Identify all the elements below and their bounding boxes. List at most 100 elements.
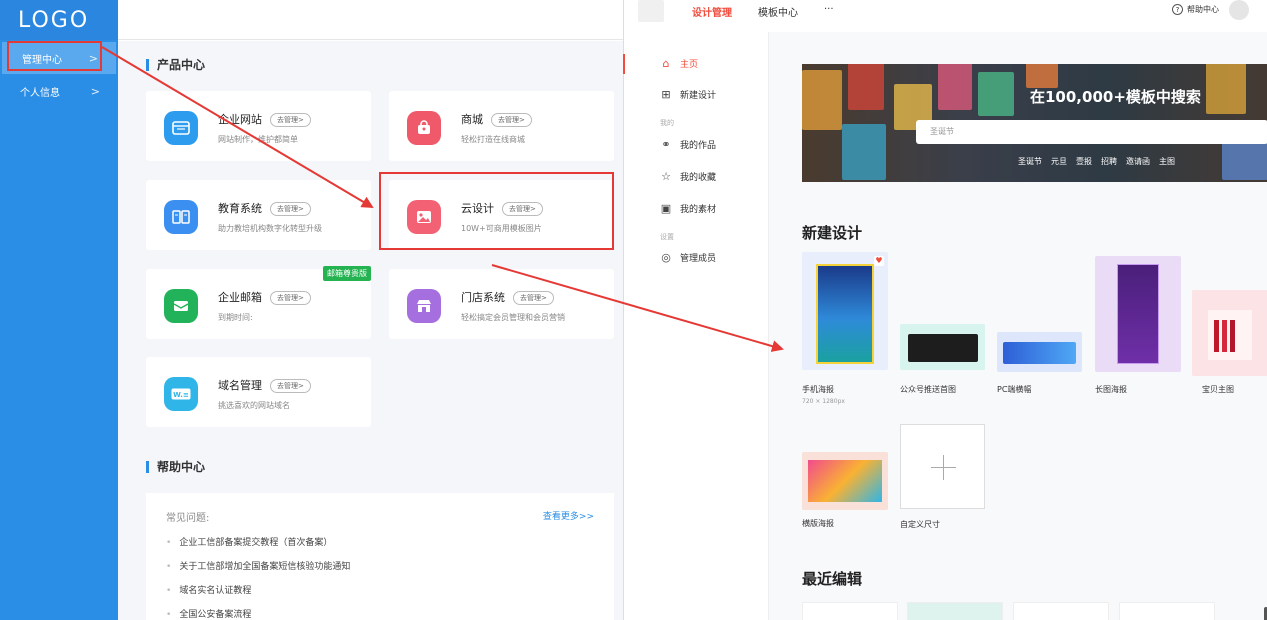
template-thumbnail xyxy=(802,452,888,510)
group-label-mine: 我的 xyxy=(660,119,674,127)
highlight-box-management xyxy=(7,41,102,71)
poster-art xyxy=(816,264,874,364)
tab-design-management[interactable]: 设计管理 xyxy=(692,4,732,19)
product-card-domain[interactable]: W.≡ 域名管理 去管理> 挑选喜欢的网站域名 xyxy=(146,357,371,427)
banner-tile xyxy=(848,64,884,110)
manage-button[interactable]: 去管理> xyxy=(270,113,311,127)
avatar[interactable] xyxy=(1229,0,1249,20)
vip-badge: 邮箱尊贵版 xyxy=(323,266,371,281)
product-subtitle: 轻松打造在线商城 xyxy=(461,135,525,144)
template-name: 宝贝主图 xyxy=(1202,385,1234,394)
product-card-mail[interactable]: 邮箱尊贵版 企业邮箱 去管理> 到期时间: xyxy=(146,266,371,339)
recent-design-card[interactable] xyxy=(1119,602,1215,620)
app-logo xyxy=(638,0,664,22)
template-thumbnail xyxy=(1192,290,1267,376)
product-card-store[interactable]: 门店系统 去管理> 轻松搞定会员管理和会员营销 xyxy=(389,269,614,339)
manage-button[interactable]: 去管理> xyxy=(270,379,311,393)
product-card-mall[interactable]: 商城 去管理> 轻松打造在线商城 xyxy=(389,91,614,161)
product-card-education[interactable]: 教育系统 去管理> 助力教培机构数字化转型升级 xyxy=(146,180,371,250)
template-search-input[interactable]: 圣诞节 xyxy=(916,120,1267,144)
new-file-icon: ⊞ xyxy=(661,88,671,101)
manage-button[interactable]: 去管理> xyxy=(491,113,532,127)
product-subtitle: 轻松搞定会员管理和会员营销 xyxy=(461,313,565,322)
manage-button[interactable]: 去管理> xyxy=(270,202,311,216)
lipstick-art xyxy=(1214,320,1219,352)
side-item-my-materials[interactable]: ▣ 我的素材 xyxy=(660,202,716,215)
product-title: 门店系统 xyxy=(461,291,505,304)
cover-art xyxy=(908,334,978,362)
side-item-my-favorites[interactable]: ☆ 我的收藏 xyxy=(660,170,716,183)
works-icon: ⚭ xyxy=(661,138,671,151)
banner-art xyxy=(1003,342,1076,364)
members-icon: ◎ xyxy=(661,251,671,264)
banner-tile xyxy=(978,72,1014,116)
highlight-box-cloud-design xyxy=(379,172,614,250)
product-center-title: 产品中心 xyxy=(146,59,205,71)
recent-edits-heading: 最近编辑 xyxy=(802,570,863,588)
faq-item[interactable]: 全国公安备案流程 xyxy=(166,607,350,620)
landscape-art xyxy=(808,460,882,502)
search-tag[interactable]: 圣诞节 xyxy=(1018,156,1042,167)
product-subtitle: 到期时间: xyxy=(218,313,253,322)
sidebar-item-personal-info[interactable]: 个人信息 > xyxy=(0,75,118,107)
design-app-sidebar: ⌂ 主页 ⊞ 新建设计 我的 ⚭ 我的作品 ☆ 我的收藏 ▣ 我的素材 设置 ◎ 管理成员 xyxy=(623,32,769,620)
design-app-main: 在100,000+模板中搜索 圣诞节 圣诞节 元旦 壹报 招聘 邀请函 主图 新… xyxy=(769,32,1267,620)
manage-button[interactable]: 去管理> xyxy=(513,291,554,305)
long-poster-art xyxy=(1117,264,1159,364)
product-subtitle: 挑选喜欢的网站域名 xyxy=(218,401,290,410)
faq-item[interactable]: 企业工信部备案提交教程（首次备案） xyxy=(166,535,350,559)
help-center-label: 帮助中心 xyxy=(1187,5,1219,14)
template-thumbnail: ♥ xyxy=(802,252,888,370)
view-more-link[interactable]: 查看更多>> xyxy=(543,509,594,522)
product-title: 商城 xyxy=(461,113,483,126)
product-title: 教育系统 xyxy=(218,202,262,215)
question-icon: ? xyxy=(1172,4,1183,15)
faq-panel: 常见问题: 查看更多>> 企业工信部备案提交教程（首次备案） 关于工信部增加全国… xyxy=(146,493,614,620)
template-name: 手机海报 xyxy=(802,385,834,394)
search-tag[interactable]: 主图 xyxy=(1159,156,1175,167)
side-item-label: 管理成员 xyxy=(680,254,717,264)
search-tag[interactable]: 元旦 xyxy=(1051,156,1067,167)
design-app-topbar: 设计管理 模板中心 ··· ? 帮助中心 xyxy=(624,0,1267,22)
shopping-bag-icon xyxy=(407,111,441,145)
search-tag[interactable]: 招聘 xyxy=(1101,156,1117,167)
open-book-icon xyxy=(164,200,198,234)
tab-template-center[interactable]: 模板中心 xyxy=(758,4,798,19)
template-size: 720 × 1280px xyxy=(802,398,845,405)
custom-size-button[interactable] xyxy=(900,424,985,509)
search-tag[interactable]: 邀请函 xyxy=(1126,156,1150,167)
image-icon: ▣ xyxy=(660,202,672,215)
side-item-label: 我的收藏 xyxy=(680,173,717,183)
lipstick-art xyxy=(1222,320,1227,352)
home-icon: ⌂ xyxy=(662,57,670,70)
chevron-right-icon: > xyxy=(90,84,100,98)
heart-icon[interactable]: ♥ xyxy=(874,256,884,266)
recent-design-card[interactable] xyxy=(802,602,898,620)
hot-search-tags: 圣诞节 元旦 壹报 招聘 邀请函 主图 xyxy=(1018,156,1175,167)
product-card-website[interactable]: 企业网站 去管理> 网站制作，维护都简单 xyxy=(146,91,371,161)
storefront-icon xyxy=(407,289,441,323)
manage-button[interactable]: 去管理> xyxy=(270,291,311,305)
side-item-manage-members[interactable]: ◎ 管理成员 xyxy=(660,251,716,264)
recent-design-card[interactable] xyxy=(907,602,1003,620)
envelope-icon xyxy=(164,289,198,323)
side-item-new-design[interactable]: ⊞ 新建设计 xyxy=(660,88,716,101)
recent-design-card[interactable] xyxy=(1013,602,1109,620)
faq-list: 企业工信部备案提交教程（首次备案） 关于工信部增加全国备案短信核验功能通知 域名… xyxy=(166,535,350,620)
admin-topbar xyxy=(118,0,623,40)
help-center-link[interactable]: ? 帮助中心 xyxy=(1172,4,1219,15)
banner-tile xyxy=(938,64,972,110)
side-item-label: 我的作品 xyxy=(680,141,717,151)
admin-sidebar: LOGO 管理中心 > 个人信息 > xyxy=(0,0,118,620)
faq-item[interactable]: 关于工信部增加全国备案短信核验功能通知 xyxy=(166,559,350,583)
plus-icon xyxy=(943,455,944,480)
side-item-home[interactable]: ⌂ 主页 xyxy=(660,57,699,70)
side-item-my-works[interactable]: ⚭ 我的作品 xyxy=(660,138,716,151)
template-name: 长图海报 xyxy=(1095,385,1127,394)
search-tag[interactable]: 壹报 xyxy=(1076,156,1092,167)
help-center-title: 帮助中心 xyxy=(146,461,205,473)
side-item-label: 我的素材 xyxy=(680,205,717,215)
more-icon[interactable]: ··· xyxy=(824,4,834,19)
faq-item[interactable]: 域名实名认证教程 xyxy=(166,583,350,607)
design-app-window: 设计管理 模板中心 ··· ? 帮助中心 ⌂ 主页 ⊞ 新建设计 我的 ⚭ 我的作品 … xyxy=(623,0,1267,620)
